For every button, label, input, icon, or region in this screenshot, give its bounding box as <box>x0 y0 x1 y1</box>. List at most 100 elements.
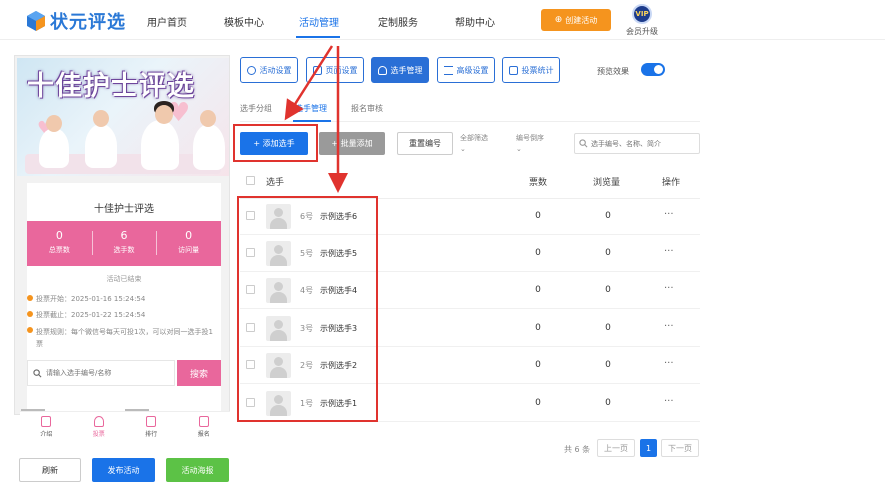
stat-visits: 0 访问量 <box>156 221 221 266</box>
nav-activity-management[interactable]: 活动管理 <box>299 14 339 29</box>
tab-signup-review[interactable]: 报名审核 <box>351 103 383 114</box>
stat-player-count: 6 选手数 <box>91 221 157 266</box>
search-button[interactable]: 搜索 <box>177 360 221 386</box>
vote-end-info: 投票截止：2025-01-22 15:24:54 <box>27 310 145 320</box>
player-search-box[interactable] <box>27 360 175 386</box>
total-count: 共 6 条 <box>564 445 591 454</box>
preview-effect-toggle[interactable] <box>641 63 665 76</box>
preview-effect-label: 预览效果 <box>597 67 629 76</box>
player-management-button[interactable]: 选手管理 <box>371 57 429 83</box>
player-votes: 0 <box>535 285 541 295</box>
signup-form-icon <box>198 416 209 427</box>
tab-player-groups[interactable]: 选手分组 <box>240 103 272 114</box>
nav-help-center[interactable]: 帮助中心 <box>455 14 495 29</box>
page-number-1[interactable]: 1 <box>640 439 657 457</box>
table-search-input[interactable] <box>591 139 696 148</box>
advanced-settings-button[interactable]: 高级设置 <box>437 57 495 83</box>
player-votes: 0 <box>535 323 541 333</box>
vip-badge-icon: VIP <box>632 4 652 24</box>
player-votes: 0 <box>535 211 541 221</box>
nurse-figure <box>39 128 69 168</box>
column-header-views: 浏览量 <box>593 178 621 188</box>
banner-title: 十佳护士评选 <box>27 71 195 102</box>
player-votes: 0 <box>535 398 541 408</box>
reset-numbering-button[interactable]: 重置编号 <box>397 132 453 155</box>
bar-chart-icon <box>508 65 518 75</box>
preview-bottom-nav: 介绍 投票 排行 报名 <box>20 411 230 441</box>
document-icon <box>41 416 52 427</box>
top-navigation: 状元评选 用户首页 模板中心 活动管理 定制服务 帮助中心 ⊕ 创建活动 VIP… <box>0 0 885 40</box>
more-actions-icon[interactable]: ··· <box>664 396 674 407</box>
users-icon <box>377 65 387 75</box>
nurse-head <box>155 105 173 124</box>
clock-icon <box>27 295 33 301</box>
settings-icon <box>246 65 256 75</box>
activity-banner: ♥ ♥ 十佳护士评选 <box>17 58 229 176</box>
activity-card: 十佳护士评选 0 总票数 6 选手数 0 访问量 活动已结束 投票开始：2025… <box>27 183 221 411</box>
select-all-checkbox[interactable] <box>246 176 255 185</box>
search-icon <box>33 368 42 377</box>
player-views: 0 <box>605 285 611 295</box>
more-actions-icon[interactable]: ··· <box>664 209 674 220</box>
nurse-figure <box>85 124 117 168</box>
nurse-figure <box>193 124 225 170</box>
plus-circle-icon: ⊕ <box>554 15 563 25</box>
nurse-head <box>46 115 62 132</box>
toggle-knob <box>654 65 663 74</box>
bottom-nav-ranking[interactable]: 排行 <box>125 412 178 441</box>
bottom-nav-signup[interactable]: 报名 <box>178 412 231 441</box>
player-views: 0 <box>605 248 611 258</box>
player-votes: 0 <box>535 360 541 370</box>
filter-dropdown[interactable]: 全部筛选 ⌄ <box>460 133 488 155</box>
nav-custom-service[interactable]: 定制服务 <box>378 14 418 29</box>
player-views: 0 <box>605 360 611 370</box>
sort-dropdown[interactable]: 编号倒序 ⌄ <box>516 133 544 155</box>
bottom-nav-vote[interactable]: 投票 <box>73 412 126 441</box>
chevron-down-icon: ⌄ <box>460 145 466 153</box>
prev-page-button[interactable]: 上一页 <box>597 439 635 457</box>
logo-text: 状元评选 <box>50 12 126 33</box>
nurse-head <box>200 110 216 127</box>
logo[interactable]: 状元评选 <box>26 8 126 34</box>
player-search-input[interactable] <box>46 369 166 377</box>
nav-template-center[interactable]: 模板中心 <box>224 14 264 29</box>
activity-title: 十佳护士评选 <box>94 204 154 215</box>
vote-statistics-button[interactable]: 投票统计 <box>502 57 560 83</box>
tab-player-management[interactable]: 选手管理 <box>295 103 327 114</box>
create-activity-button[interactable]: ⊕ 创建活动 <box>541 9 611 31</box>
publish-activity-button[interactable]: 发布活动 <box>92 458 155 482</box>
bar-chart-icon <box>146 416 157 427</box>
page-settings-button[interactable]: 页面设置 <box>306 57 364 83</box>
player-views: 0 <box>605 211 611 221</box>
column-header-player: 选手 <box>266 178 285 188</box>
more-actions-icon[interactable]: ··· <box>664 283 674 294</box>
nav-user-home[interactable]: 用户首页 <box>147 14 187 29</box>
more-actions-icon[interactable]: ··· <box>664 321 674 332</box>
next-page-button[interactable]: 下一页 <box>661 439 699 457</box>
annotation-box-add-player <box>233 124 318 162</box>
search-icon <box>579 139 588 148</box>
player-views: 0 <box>605 323 611 333</box>
vip-upgrade[interactable]: VIP 会员升级 <box>622 4 662 37</box>
sliders-icon <box>443 65 453 75</box>
table-search-box[interactable] <box>574 133 700 154</box>
batch-add-button[interactable]: + 批量添加 <box>319 132 385 155</box>
column-header-ops: 操作 <box>662 178 681 188</box>
vote-start-info: 投票开始：2025-01-16 15:24:54 <box>27 294 145 304</box>
more-actions-icon[interactable]: ··· <box>664 358 674 369</box>
nav-active-indicator <box>296 36 340 38</box>
activity-poster-button[interactable]: 活动海报 <box>166 458 229 482</box>
clock-icon <box>27 311 33 317</box>
more-actions-icon[interactable]: ··· <box>664 246 674 257</box>
rule-icon <box>27 327 33 333</box>
nurse-head <box>93 110 109 127</box>
bottom-nav-intro[interactable]: 介绍 <box>20 412 73 441</box>
nurse-figure <box>141 120 179 170</box>
vote-rule-info: 投票规则：每个微信号每天可投1次，可以对同一选手投1票 <box>27 326 217 350</box>
logo-cube-icon <box>27 11 45 31</box>
subtab-active-indicator <box>293 120 331 122</box>
annotation-box-player-list <box>237 196 378 422</box>
activity-settings-button[interactable]: 活动设置 <box>240 57 298 83</box>
refresh-button[interactable]: 刷新 <box>19 458 81 482</box>
phone-preview: ♥ ♥ 十佳护士评选 十佳护士评选 0 总票数 6 选手数 0 访问量 活动已结… <box>14 55 230 415</box>
